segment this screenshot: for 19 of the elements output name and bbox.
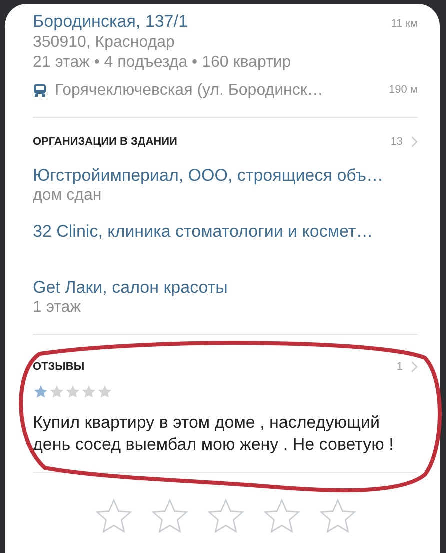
bus-stop-name: Горячеключевская (ул. Бородинск… [55, 80, 324, 100]
organizations-count: 13 [390, 134, 403, 150]
chevron-icon[interactable] [411, 361, 418, 374]
building-details: 21 этаж • 4 подъезда • 160 квартир [33, 52, 292, 72]
organization-note: 1 этаж [33, 298, 82, 318]
stop-distance: 190 м [389, 83, 418, 98]
postal-address: 350910, Краснодар [33, 32, 176, 52]
organization-link[interactable]: Get Лаки, салон красоты [33, 278, 418, 298]
chevron-icon[interactable] [411, 136, 418, 148]
organizations-heading: ОРГАНИЗАЦИИ В ЗДАНИИ [33, 134, 178, 150]
organization-link[interactable]: 32 Clinic, клиника стоматологии и космет… [33, 222, 418, 242]
organization-note: дом сдан [33, 186, 103, 206]
organization-link[interactable]: Югстройимпериал, ООО, строящиеся объ… [33, 166, 418, 186]
distance-text: 11 км [391, 17, 418, 32]
reviews-heading: ОТЗЫВЫ [33, 360, 85, 375]
reviews-count: 1 [396, 360, 403, 375]
address-title: Бородинская, 137/1 [33, 12, 188, 32]
bus-icon [33, 83, 47, 98]
review-text: Купил квартиру в этом доме , наследующий день сосед выембал мою жену . Не советую ! [33, 412, 395, 456]
